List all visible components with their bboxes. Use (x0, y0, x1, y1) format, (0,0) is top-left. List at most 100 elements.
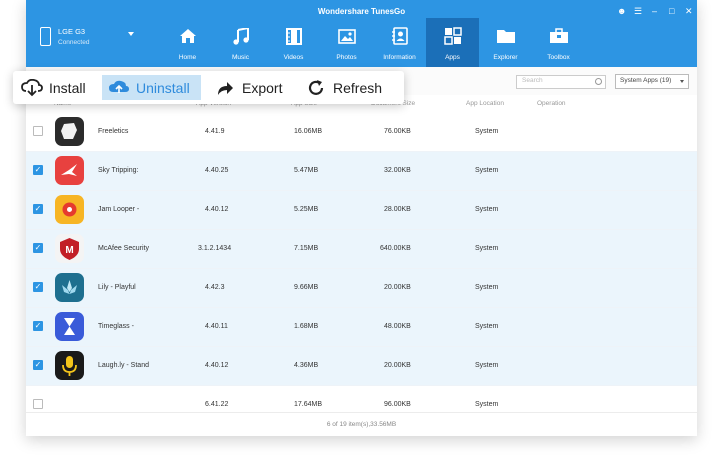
nav-toolbox[interactable]: Toolbox (532, 18, 585, 67)
row-checkbox[interactable]: ✓ (33, 165, 43, 175)
close-icon[interactable]: ✕ (685, 6, 693, 16)
action-toolbar: Install Uninstall Export Refresh (13, 71, 404, 104)
nav-videos-label: Videos (283, 54, 304, 61)
app-location: System (475, 206, 499, 213)
app-version: 4.42.3 (205, 284, 225, 291)
app-icon: M (55, 234, 84, 263)
home-icon (178, 26, 198, 46)
table-row[interactable]: ✓ Lily - Playful 4.42.3 9.66MB 20.00KB S… (26, 269, 697, 308)
app-version: 4.40.12 (205, 206, 229, 213)
photo-icon (337, 26, 357, 46)
table-row[interactable]: ✓ Timeglass - 4.40.11 1.68MB 48.00KB Sys… (26, 308, 697, 347)
app-icon (55, 195, 84, 224)
app-size: 5.47MB (294, 167, 319, 174)
row-checkbox[interactable]: ✓ (33, 282, 43, 292)
chevron-down-icon[interactable] (128, 32, 134, 36)
document-size: 20.00KB (384, 284, 411, 291)
document-size: 28.00KB (384, 206, 411, 213)
table-row[interactable]: Freeletics 4.41.9 16.06MB 76.00KB System (26, 113, 697, 152)
maximize-icon[interactable]: □ (669, 6, 674, 16)
apps-icon (443, 26, 463, 46)
col-operation: Operation (537, 100, 566, 107)
app-icon (55, 117, 84, 146)
app-name: Jam Looper - (98, 206, 140, 213)
app-size: 4.36MB (294, 362, 319, 369)
app-version: 4.40.11 (205, 323, 228, 330)
app-location: System (475, 401, 499, 408)
user-icon[interactable]: ☻ (617, 6, 626, 16)
toolbox-icon (549, 26, 569, 46)
row-checkbox[interactable]: ✓ (33, 204, 43, 214)
table-row[interactable]: ✓ Jam Looper - 4.40.12 5.25MB 28.00KB Sy… (26, 191, 697, 230)
row-checkbox[interactable]: ✓ (33, 243, 43, 253)
nav-explorer[interactable]: Explorer (479, 18, 532, 67)
window-title: Wondershare TunesGo (317, 7, 406, 16)
music-icon (231, 26, 251, 46)
app-version: 4.41.9 (205, 128, 225, 135)
refresh-button[interactable]: Refresh (305, 75, 397, 100)
chevron-down-icon (680, 80, 684, 83)
table-row[interactable]: ✓ Sky Tripping: 4.40.25 5.47MB 32.00KB S… (26, 152, 697, 191)
nav-home-label: Home (178, 54, 197, 61)
app-type-select[interactable]: System Apps (19) (615, 74, 689, 89)
app-icon (55, 351, 84, 380)
col-app-location[interactable]: App Location (466, 100, 504, 107)
main-nav: Home Music Videos Photos Information App… (161, 18, 585, 67)
row-checkbox[interactable] (33, 126, 43, 136)
document-size: 48.00KB (384, 323, 411, 330)
search-input[interactable]: Search (516, 75, 606, 89)
export-button[interactable]: Export (214, 75, 294, 100)
app-name: Lily - Playful (98, 284, 136, 291)
app-icon (55, 156, 84, 185)
app-size: 16.06MB (294, 128, 323, 135)
install-icon (21, 77, 43, 99)
device-name: LGE G3 (58, 27, 86, 36)
app-version: 3.1.2.1434 (198, 245, 232, 252)
menu-icon[interactable]: ☰ (634, 6, 642, 16)
nav-photos[interactable]: Photos (320, 18, 373, 67)
nav-music[interactable]: Music (214, 18, 267, 67)
device-selector[interactable]: LGE G3 Connected (26, 18, 146, 67)
app-location: System (475, 323, 499, 330)
document-size: 20.00KB (384, 362, 411, 369)
app-table: Freeletics 4.41.9 16.06MB 76.00KB System… (26, 113, 697, 425)
row-checkbox[interactable]: ✓ (33, 321, 43, 331)
row-checkbox[interactable] (33, 399, 43, 409)
nav-information[interactable]: Information (373, 18, 426, 67)
nav-apps-label: Apps (445, 54, 460, 61)
uninstall-button[interactable]: Uninstall (102, 75, 201, 100)
minimize-icon[interactable]: – (652, 6, 657, 16)
phone-icon (40, 27, 51, 46)
nav-videos[interactable]: Videos (267, 18, 320, 67)
row-checkbox[interactable]: ✓ (33, 360, 43, 370)
table-row[interactable]: ✓ M McAfee Security 3.1.2.1434 7.15MB 64… (26, 230, 697, 269)
app-name: Freeletics (98, 128, 129, 135)
svg-text:M: M (65, 245, 73, 256)
top-bar: Wondershare TunesGo ☻ ☰ – □ ✕ LGE G3 Con… (26, 0, 697, 67)
app-location: System (475, 284, 499, 291)
refresh-label: Refresh (333, 79, 383, 96)
nav-home[interactable]: Home (161, 18, 214, 67)
nav-information-label: Information (383, 54, 416, 61)
app-size: 5.25MB (294, 206, 319, 213)
app-window: Wondershare TunesGo ☻ ☰ – □ ✕ LGE G3 Con… (26, 0, 697, 436)
nav-toolbox-label: Toolbox (547, 54, 570, 61)
app-name: Laugh.ly - Stand (98, 362, 149, 369)
install-label: Install (49, 79, 86, 96)
app-location: System (475, 245, 499, 252)
uninstall-label: Uninstall (136, 79, 190, 96)
nav-apps[interactable]: Apps (426, 18, 479, 67)
app-location: System (475, 128, 499, 135)
device-status: Connected (58, 39, 90, 46)
app-type-selected: System Apps (19) (620, 77, 672, 84)
table-row[interactable]: ✓ Laugh.ly - Stand 4.40.12 4.36MB 20.00K… (26, 347, 697, 386)
search-icon[interactable] (595, 78, 602, 85)
uninstall-icon (108, 77, 130, 99)
document-size: 32.00KB (384, 167, 411, 174)
install-button[interactable]: Install (21, 75, 97, 100)
search-placeholder: Search (522, 77, 543, 84)
export-label: Export (242, 79, 283, 96)
nav-explorer-label: Explorer (493, 54, 518, 61)
video-icon (284, 26, 304, 46)
folder-icon (496, 26, 516, 46)
